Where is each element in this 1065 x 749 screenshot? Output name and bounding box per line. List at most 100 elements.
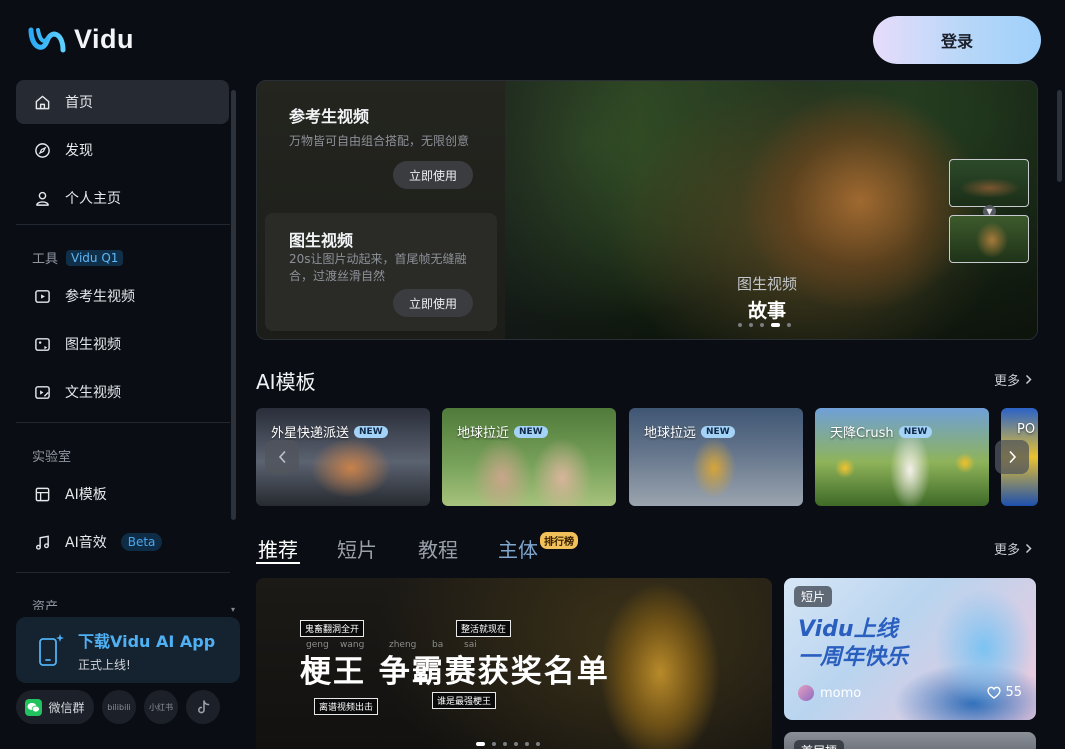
carousel-next-button[interactable] [995,440,1029,474]
carousel-dot[interactable] [514,742,518,746]
divider [16,224,230,225]
reference-video-icon [35,289,50,303]
wechat-group-button[interactable]: 微信群 [16,690,94,724]
feature-reference-use-button[interactable]: 立即使用 [393,161,473,189]
new-badge: NEW [898,425,933,438]
sidebar-item-label: AI音效 [65,535,107,551]
feature-reference-title: 参考生视频 [289,107,370,126]
bilibili-icon: bilibili [107,702,131,712]
leaderboard-badge: 排行榜 [540,532,578,549]
ai-template-more-link[interactable]: 更多 [994,370,1032,389]
hero-caption-sub: 图生视频 [736,275,797,293]
tab-recommend[interactable]: 推荐 [258,534,298,563]
feature-image-video-card[interactable]: 图生视频 20s让图片动起来，首尾帧无缝融 合，过渡丝滑自然 立即使用 [265,213,497,331]
login-button[interactable]: 登录 [873,16,1041,64]
template-card-label: 地球拉远 NEW [644,422,735,441]
feed-featured-card[interactable]: 鬼畜翻洞全开 整活就现在 geng wang zheng ba sai 梗王 争… [256,578,772,749]
sidebar-item-discover[interactable]: 发现 [16,128,229,172]
scroll-down-icon[interactable]: ▾ [231,605,235,614]
vidu-logo-icon [28,27,66,52]
sidebar-item-ai-template[interactable]: AI模板 [16,472,229,516]
tab-tutorial[interactable]: 教程 [418,534,458,563]
hero-thumbnail-end[interactable] [949,215,1029,263]
vidu-app: Vidu 登录 首页 发现 个人主页 工具 Vidu Q1 参考生视频 图生视频 [0,0,1065,749]
sidebar-item-text-video[interactable]: 文生视频 [16,370,229,414]
feature-image-video-desc-1: 20s让图片动起来，首尾帧无缝融 [289,252,467,266]
chevron-right-icon [1008,450,1016,464]
template-icon [35,487,50,501]
template-card[interactable]: 天降Crush NEW [815,408,989,506]
xiaohongshu-icon: 小红书 [149,702,173,712]
ai-template-title: AI模板 [256,370,316,394]
hero-caption-main: 故事 [747,300,786,322]
feed-card[interactable]: 首届梗 [784,732,1036,749]
vidu-q1-tag: Vidu Q1 [66,249,124,266]
chevron-right-icon [1025,374,1032,385]
sidebar-item-label: 图生视频 [65,337,121,353]
carousel-dot[interactable] [536,742,540,746]
compass-icon [35,142,50,158]
bilibili-button[interactable]: bilibili [102,690,136,724]
feed-card-author[interactable]: momo [798,685,861,701]
image-video-icon [35,337,50,351]
sidebar-scrollbar[interactable] [231,90,236,520]
sidebar-item-home[interactable]: 首页 [16,80,229,124]
divider [16,422,230,423]
wechat-label: 微信群 [48,700,85,715]
chevron-right-icon [1025,543,1032,554]
carousel-dot[interactable] [760,323,764,327]
tiktok-icon [197,699,209,713]
home-icon [35,95,50,109]
sticker-label: 鬼畜翻洞全开 [300,620,365,637]
more-label: 更多 [994,543,1021,558]
feed-card-likes[interactable]: 55 [987,685,1022,700]
tiktok-button[interactable] [186,690,220,724]
feed-card-title-line: 一周年快乐 [798,645,909,670]
carousel-dot[interactable] [503,742,507,746]
template-card[interactable]: 地球拉近 NEW [442,408,616,506]
sidebar-item-label: 发现 [65,143,93,159]
sidebar-item-image-video[interactable]: 图生视频 [16,322,229,366]
hero-thumbnail-start[interactable] [949,159,1029,207]
sidebar-item-ai-sound[interactable]: AI音效 Beta [16,520,229,564]
divider [16,572,230,573]
carousel-dot[interactable] [525,742,529,746]
carousel-prev-button[interactable] [265,440,299,474]
carousel-dot[interactable] [738,323,742,327]
carousel-dot[interactable] [771,323,780,327]
carousel-dot[interactable] [476,742,485,746]
download-app-card[interactable]: 下载Vidu AI App 正式上线! [16,617,240,683]
feed-more-link[interactable]: 更多 [994,539,1032,558]
music-icon [35,535,49,550]
download-app-text: 下载Vidu AI App 正式上线! [78,628,215,673]
chevron-left-icon [278,450,286,464]
beta-badge: Beta [120,533,163,551]
tab-short-film[interactable]: 短片 [337,534,377,563]
hero-carousel-dots [738,323,791,327]
new-badge: NEW [514,425,548,438]
feed-card[interactable]: 短片 Vidu上线 一周年快乐 momo 55 [784,578,1036,720]
sticker-label: 谁是最强梗王 [432,692,497,709]
sidebar-item-profile[interactable]: 个人主页 [16,176,229,220]
tab-subject[interactable]: 主体 [498,534,538,563]
new-badge: NEW [354,425,388,438]
download-app-title: 下载Vidu AI App [78,631,216,651]
template-card[interactable]: 地球拉远 NEW [629,408,803,506]
carousel-dot[interactable] [492,742,496,746]
lab-section-label: 实验室 [32,450,72,465]
feed-carousel-dots [476,742,540,746]
sidebar-item-reference-video[interactable]: 参考生视频 [16,274,229,318]
main-scrollbar[interactable] [1057,90,1062,182]
download-app-subtitle: 正式上线! [78,657,131,672]
template-name: 外星快递派送 [271,426,350,441]
carousel-dot[interactable] [787,323,791,327]
xiaohongshu-button[interactable]: 小红书 [144,690,178,724]
sticker-label: 整活就现在 [456,620,512,637]
vidu-logo[interactable]: Vidu [28,24,134,55]
feature-image-video-use-button[interactable]: 立即使用 [393,289,473,317]
carousel-dot[interactable] [749,323,753,327]
feature-reference-desc: 万物皆可自由组合搭配，无限创意 [289,134,470,148]
text-video-icon [35,385,50,399]
sidebar-item-label: 文生视频 [65,385,121,401]
hero-caption: 图生视频 故事 [717,273,817,323]
